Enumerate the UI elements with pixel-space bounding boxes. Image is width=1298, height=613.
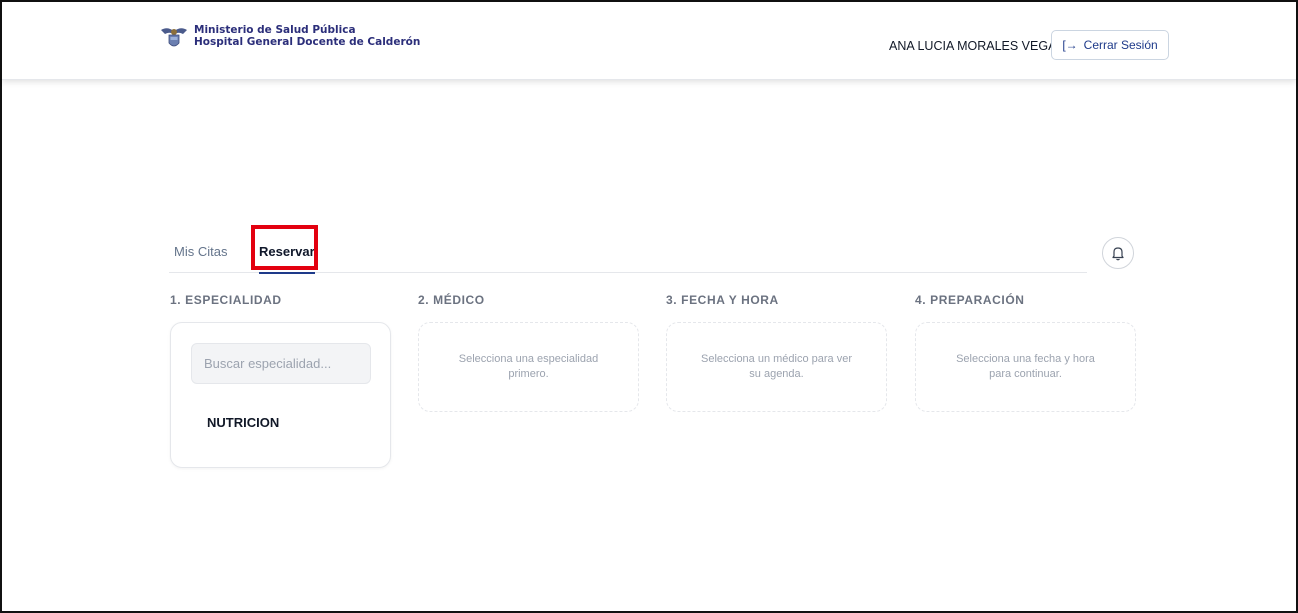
- organization-name: Ministerio de Salud Pública Hospital Gen…: [194, 24, 420, 48]
- ministry-name: Ministerio de Salud Pública: [194, 24, 356, 36]
- bell-icon: [1112, 247, 1124, 261]
- top-header: Ministerio de Salud Pública Hospital Gen…: [2, 2, 1296, 80]
- specialty-item-nutricion[interactable]: NUTRICION: [207, 415, 279, 430]
- user-name: ANA LUCIA MORALES VEGA: [889, 39, 1057, 53]
- logout-button[interactable]: [→ Cerrar Sesión: [1051, 30, 1169, 60]
- logout-icon: [→: [1062, 38, 1078, 52]
- preparation-placeholder-card: Selecciona una fecha y hora para continu…: [915, 322, 1136, 412]
- preparation-placeholder-text: Selecciona una fecha y hora para continu…: [956, 353, 1095, 380]
- step-title-medico: 2. MÉDICO: [418, 293, 485, 307]
- schedule-placeholder-text: Selecciona un médico para ver su agenda.: [700, 353, 853, 380]
- notifications-button[interactable]: [1102, 237, 1134, 269]
- coat-of-arms-logo: [161, 28, 187, 47]
- step-title-preparacion: 4. PREPARACIÓN: [915, 293, 1025, 307]
- specialty-card: NUTRICION: [170, 322, 391, 468]
- doctor-placeholder-text: Selecciona una especialidad primero.: [458, 353, 599, 380]
- step-title-especialidad: 1. ESPECIALIDAD: [170, 293, 282, 307]
- hospital-name: Hospital General Docente de Calderón: [194, 36, 421, 48]
- schedule-placeholder-card: Selecciona un médico para ver su agenda.: [666, 322, 887, 412]
- specialty-search-input[interactable]: [191, 343, 371, 384]
- highlight-box: [251, 225, 318, 270]
- logout-label: Cerrar Sesión: [1083, 38, 1158, 52]
- tab-mis-citas[interactable]: Mis Citas: [174, 244, 227, 259]
- step-title-fecha-hora: 3. FECHA Y HORA: [666, 293, 779, 307]
- doctor-placeholder-card: Selecciona una especialidad primero.: [418, 322, 639, 412]
